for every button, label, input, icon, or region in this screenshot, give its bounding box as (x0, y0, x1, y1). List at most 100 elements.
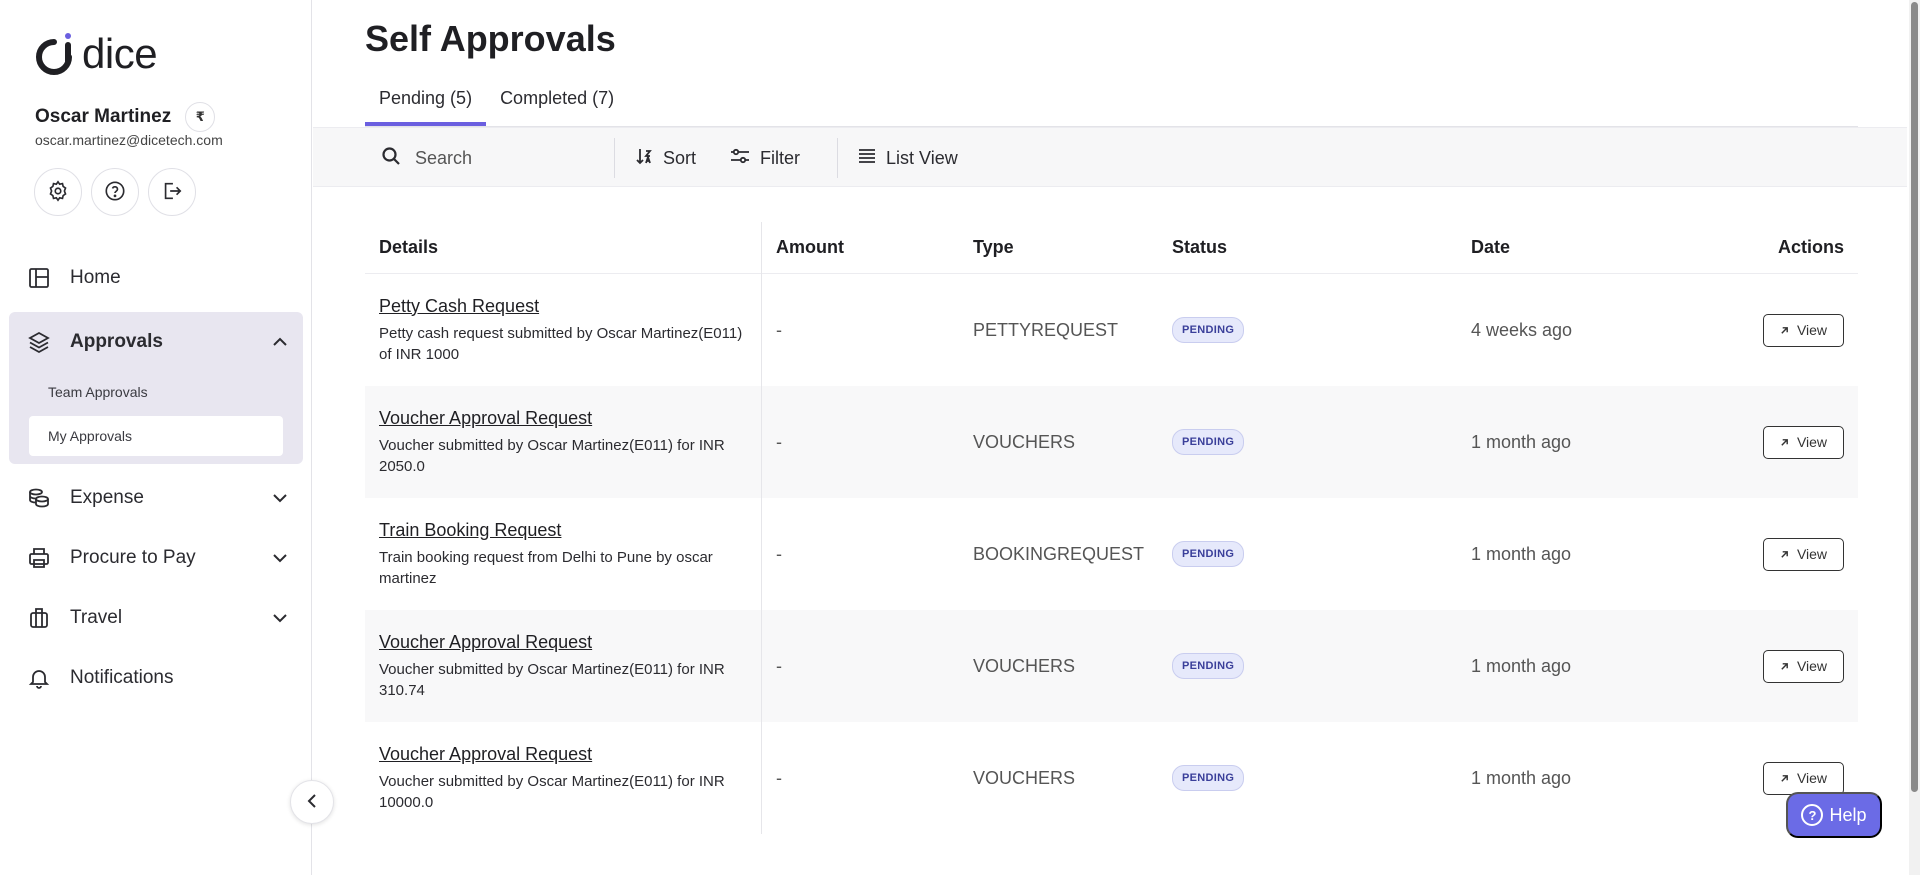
sidebar-item-team-approvals[interactable]: Team Approvals (29, 372, 283, 412)
request-title-link[interactable]: Voucher Approval Request (379, 408, 747, 429)
request-description: Train booking request from Delhi to Pune… (379, 548, 713, 587)
view-button[interactable]: View (1763, 313, 1844, 347)
row-type: BOOKINGREQUEST (973, 543, 1145, 564)
row-date: 1 month ago (1471, 767, 1572, 788)
luggage-icon (26, 605, 52, 631)
request-title-link[interactable]: Voucher Approval Request (379, 632, 747, 653)
row-amount: - (776, 319, 782, 340)
nav-item-home[interactable]: Home (0, 248, 312, 308)
status-badge: PENDING (1172, 317, 1245, 343)
status-badge: PENDING (1172, 429, 1245, 455)
row-amount: - (776, 655, 782, 676)
row-amount: - (776, 543, 782, 564)
list-view-button[interactable]: List View (858, 141, 958, 175)
row-date: 1 month ago (1471, 655, 1572, 676)
page-scrollbar[interactable] (1909, 0, 1920, 875)
table-row: Voucher Approval Request Voucher submitt… (365, 386, 1858, 498)
nav-label-notifications: Notifications (70, 667, 174, 688)
user-email: oscar.martinez@dicetech.com (35, 132, 223, 148)
arrow-up-right-icon (1780, 322, 1789, 338)
nav-item-notifications[interactable]: Notifications (0, 648, 312, 708)
header-amount: Amount (776, 237, 844, 257)
row-actions: View (1749, 537, 1858, 571)
view-label: View (1796, 658, 1828, 674)
table-header: Details Amount Type Status Date Actions (365, 221, 1858, 274)
search-input[interactable] (415, 147, 595, 169)
approvals-table: Details Amount Type Status Date Actions … (365, 221, 1858, 834)
dice-logo-icon (34, 32, 76, 76)
question-circle-icon (104, 180, 126, 205)
sidebar-item-my-approvals[interactable]: My Approvals (29, 416, 283, 456)
row-type: VOUCHERS (973, 655, 1076, 676)
scrollbar-thumb[interactable] (1911, 2, 1918, 792)
nav-item-procure-to-pay[interactable]: Procure to Pay (0, 528, 312, 588)
view-button[interactable]: View (1763, 761, 1844, 795)
main-content: Self Approvals Pending (5) Completed (7) (313, 0, 1907, 875)
dice-logo[interactable]: dice (34, 30, 158, 77)
row-date: 1 month ago (1471, 543, 1572, 564)
coins-icon (26, 485, 52, 511)
view-button[interactable]: View (1763, 537, 1844, 571)
request-title-link[interactable]: Petty Cash Request (379, 296, 747, 317)
table-row: Train Booking Request Train booking requ… (365, 498, 1858, 610)
header-actions: Actions (1777, 237, 1844, 257)
collapse-sidebar-button[interactable] (290, 780, 334, 824)
row-type: VOUCHERS (973, 767, 1076, 788)
filter-button[interactable]: Filter (730, 141, 800, 175)
row-date: 1 month ago (1471, 431, 1572, 452)
view-label: View (1796, 322, 1828, 338)
row-details: Voucher Approval Request Voucher submitt… (365, 610, 762, 722)
gear-icon (47, 179, 69, 205)
nav-label-expense: Expense (70, 487, 144, 508)
table-row: Petty Cash Request Petty cash request su… (365, 274, 1858, 386)
list-view-label: List View (886, 147, 958, 168)
sort-button[interactable]: Sort (635, 141, 696, 175)
nav-item-expense[interactable]: Expense (0, 468, 312, 528)
toolbar-divider (837, 138, 838, 178)
layers-icon (26, 329, 52, 355)
search-icon (381, 146, 401, 171)
arrow-up-right-icon (1780, 658, 1789, 674)
logout-icon (161, 180, 183, 205)
header-date: Date (1471, 237, 1511, 257)
header-status: Status (1172, 237, 1228, 257)
sliders-icon (730, 147, 750, 170)
row-details: Train Booking Request Train booking requ… (365, 498, 762, 610)
table-row: Voucher Approval Request Voucher submitt… (365, 610, 1858, 722)
tab-completed[interactable]: Completed (7) (486, 78, 628, 126)
header-details: Details (365, 221, 762, 274)
tab-pending[interactable]: Pending (5) (365, 78, 487, 126)
request-title-link[interactable]: Voucher Approval Request (379, 744, 747, 765)
nav-label-travel: Travel (70, 607, 123, 628)
row-status: PENDING (1160, 317, 1459, 343)
help-button[interactable]: ? Help (1786, 792, 1882, 838)
row-details: Voucher Approval Request Voucher submitt… (365, 386, 762, 498)
logout-button[interactable] (148, 168, 196, 216)
view-button[interactable]: View (1763, 425, 1844, 459)
row-date: 4 weeks ago (1471, 319, 1573, 340)
row-details: Voucher Approval Request Voucher submitt… (365, 722, 762, 834)
nav-item-travel[interactable]: Travel (0, 588, 312, 648)
view-label: View (1796, 546, 1828, 562)
view-button[interactable]: View (1763, 649, 1844, 683)
request-description: Petty cash request submitted by Oscar Ma… (379, 324, 743, 363)
help-circle-button[interactable] (91, 168, 139, 216)
status-badge: PENDING (1172, 541, 1245, 567)
view-label: View (1796, 770, 1828, 786)
nav-item-approvals[interactable]: Approvals (9, 312, 303, 372)
chevron-down-icon (272, 610, 288, 626)
user-name-row: Oscar Martinez ₹ (35, 102, 216, 132)
toolbar-divider (614, 138, 615, 178)
request-description: Voucher submitted by Oscar Martinez(E011… (379, 660, 725, 699)
row-amount: - (776, 431, 782, 452)
search-box (381, 141, 601, 175)
page-title: Self Approvals (365, 18, 616, 59)
settings-button[interactable] (34, 168, 82, 216)
toolbar: Sort Filter List View (313, 127, 1907, 187)
chevron-up-icon (272, 334, 288, 350)
arrow-up-right-icon (1780, 546, 1789, 562)
logo-text: dice (82, 30, 158, 77)
request-title-link[interactable]: Train Booking Request (379, 520, 747, 541)
currency-badge[interactable]: ₹ (185, 102, 216, 132)
printer-receipt-icon (26, 545, 52, 571)
